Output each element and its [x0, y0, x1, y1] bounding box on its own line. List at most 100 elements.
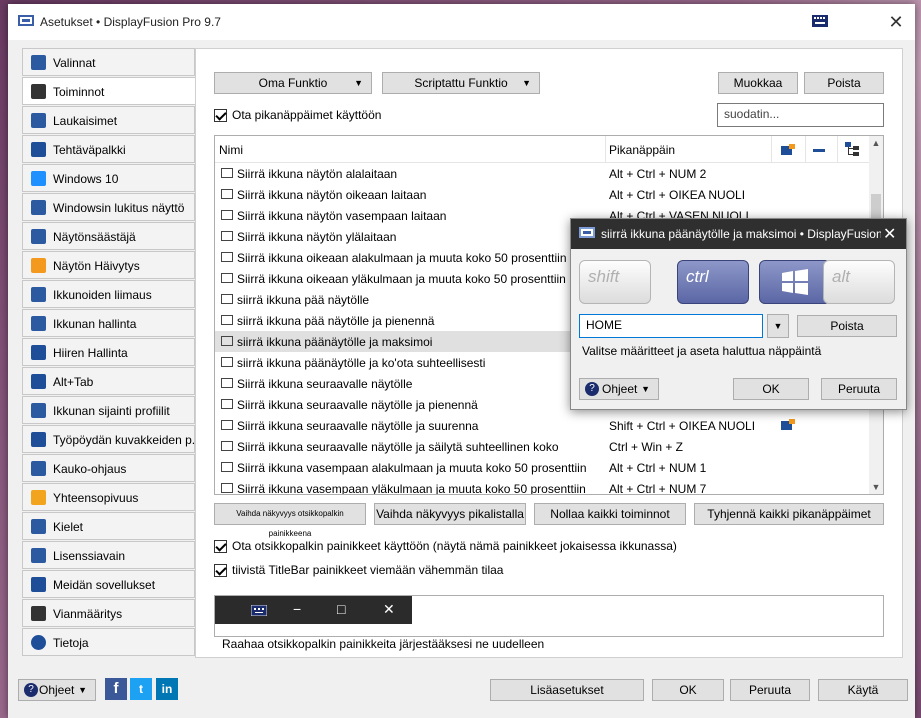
sidebar-item[interactable]: Kielet: [22, 512, 195, 540]
titlebar-button-icon[interactable]: [781, 419, 795, 431]
scripted-function-button[interactable]: Scriptattu Funktio ▼: [382, 72, 540, 94]
filter-input[interactable]: suodatin...: [717, 103, 884, 127]
column-divider: [605, 136, 606, 162]
sidebar-item[interactable]: Yhteensopivuus: [22, 483, 195, 511]
sidebar-item[interactable]: Tietoja: [22, 628, 195, 656]
reset-all-button[interactable]: Nollaa kaikki toiminnot: [534, 503, 686, 525]
sidebar-item[interactable]: Ikkunan sijainti profiilit: [22, 396, 195, 424]
sidebar-item[interactable]: Meidän sovellukset: [22, 570, 195, 598]
alt-key-toggle[interactable]: alt: [823, 260, 895, 304]
sidebar-item[interactable]: Näytön Häivytys: [22, 251, 195, 279]
sidebar-item[interactable]: Windows 10: [22, 164, 195, 192]
delete-button[interactable]: Poista: [804, 72, 884, 94]
enable-titlebar-buttons-label: Ota otsikkopalkin painikkeet käyttöön (n…: [232, 539, 677, 553]
twitter-icon[interactable]: t: [130, 678, 152, 700]
window-action-icon: [221, 357, 233, 367]
sidebar-item[interactable]: Kauko-ohjaus: [22, 454, 195, 482]
titlebar-button-icon[interactable]: [781, 144, 795, 156]
language-icon: [31, 519, 46, 534]
linkedin-icon[interactable]: in: [156, 678, 178, 700]
shift-key-toggle[interactable]: shift: [579, 260, 651, 304]
sidebar-item[interactable]: Vianmääritys: [22, 599, 195, 627]
window-management-icon: [31, 316, 46, 331]
window-action-icon: [221, 336, 233, 346]
hotkey-dialog-close-button[interactable]: ✕: [883, 224, 896, 244]
key-dropdown-icon[interactable]: ▼: [767, 314, 789, 338]
clear-hotkeys-button[interactable]: Tyhjennä kaikki pikanäppäimet: [694, 503, 884, 525]
scroll-down-icon[interactable]: ▼: [869, 480, 883, 494]
hotkey-dialog-titlebar: siirrä ikkuna päänäytölle ja maksimoi • …: [571, 219, 906, 249]
win-key-toggle[interactable]: [759, 260, 831, 304]
sidebar-item[interactable]: Tehtäväpalkki: [22, 135, 195, 163]
column-divider: [771, 136, 772, 162]
sidebar-item[interactable]: Windowsin lukitus näyttö: [22, 193, 195, 221]
sidebar-item-label: Tehtäväpalkki: [53, 143, 126, 157]
popup-cancel-button[interactable]: Peruuta: [821, 378, 897, 400]
sidebar-item[interactable]: Ikkunan hallinta: [22, 309, 195, 337]
row-name: Siirrä ikkuna seuraavalle näytölle ja su…: [237, 419, 479, 433]
compact-titlebar-checkbox[interactable]: [214, 564, 227, 577]
help-dropdown-button[interactable]: ? Ohjeet ▼: [18, 679, 96, 701]
dropdown-arrow-icon: ▼: [354, 78, 363, 88]
cancel-button[interactable]: Peruuta: [730, 679, 810, 701]
popup-help-button[interactable]: ? Ohjeet ▼: [579, 378, 659, 400]
table-row[interactable]: Siirrä ikkuna vasempaan yläkulmaan ja mu…: [215, 478, 869, 494]
advanced-settings-button[interactable]: Lisäasetukset: [490, 679, 644, 701]
toggle-quicklist-button[interactable]: Vaihda näkyvyys pikalistalla: [374, 503, 526, 525]
sidebar-item[interactable]: Työpöydän kuvakkeiden p...: [22, 425, 195, 453]
window-close-button[interactable]: ✕: [884, 10, 908, 34]
sidebar-item[interactable]: Ikkunoiden liimaus: [22, 280, 195, 308]
popup-ok-button[interactable]: OK: [733, 378, 809, 400]
sidebar-item[interactable]: Alt+Tab: [22, 367, 195, 395]
maximize-icon[interactable]: □: [337, 601, 345, 617]
row-name: Siirrä ikkuna näytön oikeaan laitaan: [237, 188, 427, 202]
window-action-icon: [221, 189, 233, 199]
help-icon: ?: [24, 683, 38, 697]
column-hotkey[interactable]: Pikanäppäin: [609, 143, 675, 157]
help-icon: ?: [585, 382, 599, 396]
close-icon[interactable]: ✕: [383, 601, 395, 618]
trigger-icon: [31, 113, 46, 128]
sidebar-item-label: Valinnat: [53, 56, 96, 70]
table-row[interactable]: Siirrä ikkuna näytön alalaitaan Alt + Ctr…: [215, 163, 869, 184]
row-hotkey: Alt + Ctrl + NUM 2: [609, 167, 707, 181]
settings-icon: [31, 55, 46, 70]
minimize-icon[interactable]: −: [293, 601, 301, 617]
enable-hotkeys-checkbox[interactable]: [214, 109, 227, 122]
keyboard-icon[interactable]: [251, 605, 267, 616]
sidebar-item[interactable]: Toiminnot: [22, 77, 196, 105]
table-row[interactable]: Siirrä ikkuna seuraavalle näytölle ja sä…: [215, 436, 869, 457]
tree-icon[interactable]: [845, 142, 859, 156]
facebook-icon[interactable]: f: [105, 678, 127, 700]
apply-button[interactable]: Käytä: [818, 679, 908, 701]
table-row[interactable]: Siirrä ikkuna seuraavalle näytölle ja su…: [215, 415, 869, 436]
minimize-icon[interactable]: [813, 144, 825, 156]
sidebar-item-label: Windows 10: [53, 172, 119, 186]
window-action-icon: [221, 462, 233, 472]
row-name: Siirrä ikkuna vasempaan alakulmaan ja mu…: [237, 461, 587, 475]
ctrl-key-toggle[interactable]: ctrl: [677, 260, 749, 304]
displayfusion-logo-icon: [18, 15, 34, 26]
toggle-titlebar-button[interactable]: Vaihda näkyvyys otsikkopalkin painikkeen…: [214, 503, 366, 538]
table-row[interactable]: Siirrä ikkuna näytön oikeaan laitaan Alt …: [215, 184, 869, 205]
custom-function-button[interactable]: Oma Funktio ▼: [214, 72, 372, 94]
ok-button[interactable]: OK: [652, 679, 724, 701]
drag-hint: Raahaa otsikkopalkin painikkeita järjest…: [222, 637, 545, 651]
edit-button[interactable]: Muokkaa: [718, 72, 798, 94]
sidebar-item[interactable]: Hiiren Hallinta: [22, 338, 195, 366]
keyboard-icon[interactable]: [812, 15, 828, 27]
table-row[interactable]: Siirrä ikkuna vasempaan alakulmaan ja mu…: [215, 457, 869, 478]
popup-delete-button[interactable]: Poista: [797, 315, 897, 337]
sidebar-item-label: Ikkunoiden liimaus: [53, 288, 152, 302]
key-select[interactable]: HOME: [579, 314, 763, 338]
row-name: Siirrä ikkuna näytön ylälaitaan: [237, 230, 397, 244]
scroll-up-icon[interactable]: ▲: [869, 136, 883, 150]
sidebar-item[interactable]: Näytönsäästäjä: [22, 222, 195, 250]
sidebar-item[interactable]: Lisenssiavain: [22, 541, 195, 569]
enable-titlebar-buttons-checkbox[interactable]: [214, 540, 227, 553]
window-action-icon: [221, 168, 233, 178]
sidebar-item[interactable]: Valinnat: [22, 48, 195, 76]
sidebar-item-label: Yhteensopivuus: [53, 491, 139, 505]
sidebar-item[interactable]: Laukaisimet: [22, 106, 195, 134]
column-name[interactable]: Nimi: [219, 143, 243, 157]
